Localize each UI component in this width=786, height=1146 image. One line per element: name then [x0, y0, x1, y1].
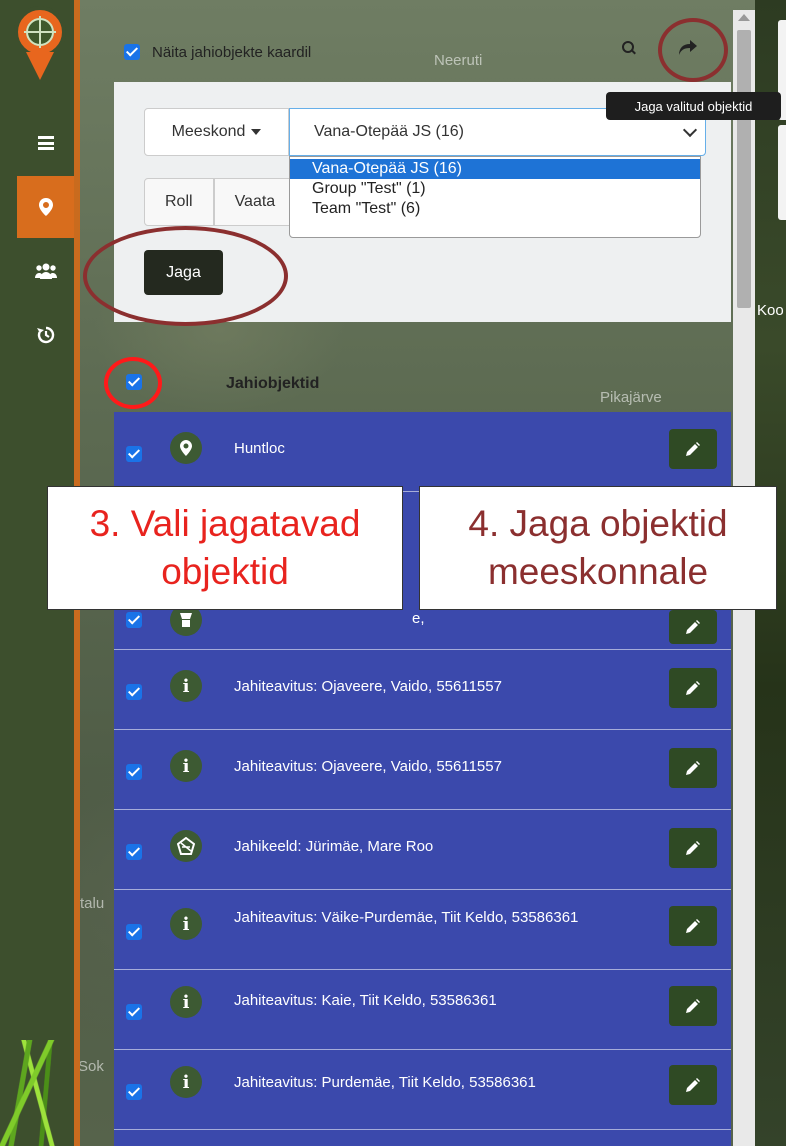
- team-select-value: Vana-Otepää JS (16): [314, 123, 465, 140]
- list-title: Jahiobjektid: [226, 375, 320, 392]
- list-item[interactable]: i Jahiteavitus: Purdemäe, Tiit Keldo, 53…: [114, 1050, 731, 1130]
- item-text: Jahiteavitus: Ojaveere, Vaido, 55611557: [234, 758, 502, 775]
- edit-button[interactable]: [669, 610, 717, 644]
- map-label-koo: Koo: [757, 302, 784, 319]
- pencil-icon: [686, 681, 700, 695]
- item-checkbox[interactable]: [126, 924, 142, 940]
- pencil-icon: [686, 999, 700, 1013]
- item-checkbox[interactable]: [126, 612, 142, 628]
- share-tooltip: Jaga valitud objektid: [606, 92, 781, 120]
- sidebar-item-menu[interactable]: [17, 112, 74, 174]
- location-icon: [170, 432, 202, 464]
- item-text: Jahiteavitus: Kaie, Tiit Keldo, 53586361: [234, 992, 497, 1009]
- pencil-icon: [686, 442, 700, 456]
- scroll-up-arrow-icon[interactable]: [738, 14, 750, 21]
- logo-pin-tail: [26, 52, 54, 80]
- pencil-icon: [686, 620, 700, 634]
- item-text: Jahiteavitus: Väike-Purdemäe, Tiit Keldo…: [234, 909, 579, 926]
- app-logo[interactable]: [14, 6, 66, 58]
- pencil-icon: [686, 841, 700, 855]
- menu-icon: [37, 136, 54, 150]
- sidebar-item-teams[interactable]: [17, 240, 74, 302]
- grass-decoration: [0, 1040, 70, 1146]
- edit-button[interactable]: [669, 668, 717, 708]
- list-item[interactable]: i Jahiteavitus: Ojaveere, Vaido, 5561155…: [114, 730, 731, 810]
- tab-vaata[interactable]: Vaata: [213, 178, 297, 226]
- info-icon: i: [170, 986, 202, 1018]
- search-icon[interactable]: [622, 41, 636, 55]
- info-icon: i: [170, 670, 202, 702]
- no-hunting-icon: [170, 830, 202, 862]
- sidebar-item-objects[interactable]: [17, 176, 74, 238]
- annotation-ring-share: [658, 18, 728, 82]
- annotation-step3: 3. Vali jagatavad objektid: [47, 486, 403, 610]
- annotation-step4: 4. Jaga objektid meeskonnale: [419, 486, 777, 610]
- caret-down-icon: [251, 129, 262, 135]
- crosshair-icon: [24, 16, 56, 48]
- item-checkbox[interactable]: [126, 844, 142, 860]
- item-checkbox[interactable]: [126, 1004, 142, 1020]
- tab-roll[interactable]: Roll: [144, 178, 214, 226]
- item-checkbox[interactable]: [126, 446, 142, 462]
- item-text: Huntloc: [234, 440, 285, 457]
- pencil-icon: [686, 1078, 700, 1092]
- map-label-talu: talu: [80, 895, 105, 912]
- team-option[interactable]: Group "Test" (1): [290, 179, 700, 199]
- item-text: Jahiteavitus: Purdemäe, Tiit Keldo, 5358…: [234, 1074, 536, 1091]
- list-item[interactable]: i Jahiteavitus: Ojaveere, Vaido, 5561155…: [114, 650, 731, 730]
- item-checkbox[interactable]: [126, 684, 142, 700]
- edit-button[interactable]: [669, 1065, 717, 1105]
- item-text: e,: [412, 610, 425, 627]
- list-item[interactable]: Jahikeeld: Jürimäe, Mare Roo: [114, 810, 731, 890]
- list-item[interactable]: Huntloc: [114, 412, 731, 492]
- pencil-icon: [686, 761, 700, 775]
- info-icon: i: [170, 750, 202, 782]
- team-dropdown-toggle[interactable]: Meeskond: [144, 108, 289, 156]
- team-option[interactable]: Vana-Otepää JS (16): [290, 159, 700, 179]
- item-checkbox[interactable]: [126, 1084, 142, 1100]
- show-on-map-checkbox[interactable]: [124, 44, 140, 60]
- history-icon: [36, 326, 54, 344]
- item-text: Jahiteavitus: Ojaveere, Vaido, 55611557: [234, 678, 502, 695]
- users-icon: [34, 263, 57, 279]
- list-item[interactable]: i Jahiteavitus: Kaie, Tiit Keldo, 535863…: [114, 970, 731, 1050]
- role-tabs: Roll Vaata: [144, 178, 297, 226]
- map-control-card-2[interactable]: [778, 125, 786, 220]
- chevron-down-icon: [682, 122, 698, 138]
- show-on-map-label: Näita jahiobjekte kaardil: [152, 44, 312, 61]
- team-option[interactable]: Team "Test" (6): [290, 199, 700, 219]
- edit-button[interactable]: [669, 986, 717, 1026]
- item-text: Jahikeeld: Jürimäe, Mare Roo: [234, 838, 434, 855]
- item-checkbox[interactable]: [126, 764, 142, 780]
- info-icon: i: [170, 1066, 202, 1098]
- annotation-ring-jaga: [83, 226, 288, 326]
- panel-toolbar: Näita jahiobjekte kaardil: [114, 0, 731, 82]
- list-item[interactable]: i Jahiteavitus: Väike-Purdemäe, Tiit Kel…: [114, 890, 731, 970]
- team-label: Meeskond: [171, 123, 246, 140]
- sidebar-item-history[interactable]: [17, 304, 74, 366]
- edit-button[interactable]: [669, 906, 717, 946]
- list-header: Jahiobjektid: [114, 350, 731, 412]
- edit-button[interactable]: [669, 828, 717, 868]
- annotation-ring-select-all: [104, 357, 162, 409]
- edit-button[interactable]: [669, 429, 717, 469]
- team-select-options: Vana-Otepää JS (16) Group "Test" (1) Tea…: [289, 156, 701, 238]
- edit-button[interactable]: [669, 748, 717, 788]
- info-icon: i: [170, 908, 202, 940]
- map-label-sok: Sok: [78, 1058, 104, 1075]
- pencil-icon: [686, 919, 700, 933]
- scroll-thumb[interactable]: [737, 30, 751, 308]
- map-pin-icon: [38, 198, 53, 216]
